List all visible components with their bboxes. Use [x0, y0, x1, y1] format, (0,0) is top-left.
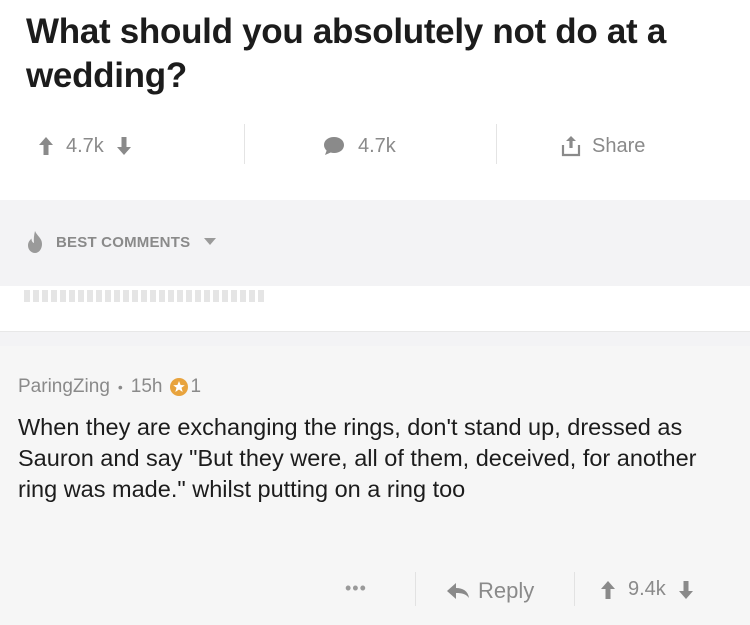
comment-count: 4.7k	[358, 134, 396, 157]
comment-body: When they are exchanging the rings, don'…	[18, 414, 697, 502]
action-divider	[496, 124, 497, 164]
action-divider	[415, 572, 416, 606]
comment-author[interactable]: ParingZing	[18, 376, 110, 398]
reply-label: Reply	[478, 578, 535, 603]
comment-action-bar: ••• Reply 9.4k	[0, 572, 750, 612]
action-divider	[574, 572, 575, 606]
action-divider	[244, 124, 245, 164]
section-gap	[0, 332, 750, 346]
post-title: What should you absolutely not do at a w…	[26, 12, 666, 95]
share-button[interactable]: Share	[560, 118, 645, 174]
arrow-down-icon[interactable]	[116, 136, 132, 156]
meta-separator: •	[117, 379, 123, 395]
comment: ParingZing • 15h 1 When they are exchang…	[0, 346, 750, 625]
reply-button[interactable]: Reply	[446, 578, 534, 604]
post-vote-group: 4.7k	[38, 118, 132, 174]
comment-vote-group: 9.4k	[600, 578, 694, 601]
more-options-button[interactable]: •••	[345, 578, 367, 599]
sort-dropdown[interactable]: BEST COMMENTS	[24, 230, 217, 254]
faded-comment-strip	[0, 286, 750, 332]
share-icon	[560, 135, 582, 157]
arrow-up-icon[interactable]	[38, 136, 54, 156]
caret-down-icon	[204, 238, 217, 246]
comment-meta: ParingZing • 15h 1	[18, 376, 201, 398]
arrow-up-icon[interactable]	[600, 580, 616, 600]
comments-button[interactable]: 4.7k	[322, 118, 408, 174]
arrow-down-icon[interactable]	[678, 580, 694, 600]
share-label: Share	[592, 134, 646, 157]
reply-arrow-icon	[446, 582, 470, 600]
flame-icon	[24, 230, 46, 254]
faded-text	[24, 290, 264, 302]
sort-label: BEST COMMENTS	[56, 233, 191, 251]
award-count: 1	[190, 376, 202, 397]
speech-bubble-icon	[322, 135, 346, 157]
comment-score: 9.4k	[628, 578, 666, 600]
award-badge: 1	[169, 376, 202, 398]
award-icon	[169, 377, 189, 397]
sort-bar: BEST COMMENTS	[0, 200, 750, 286]
post-score: 4.7k	[66, 134, 104, 157]
post-action-bar: 4.7k 4.7k Share	[0, 118, 750, 174]
comment-age: 15h	[130, 376, 163, 397]
